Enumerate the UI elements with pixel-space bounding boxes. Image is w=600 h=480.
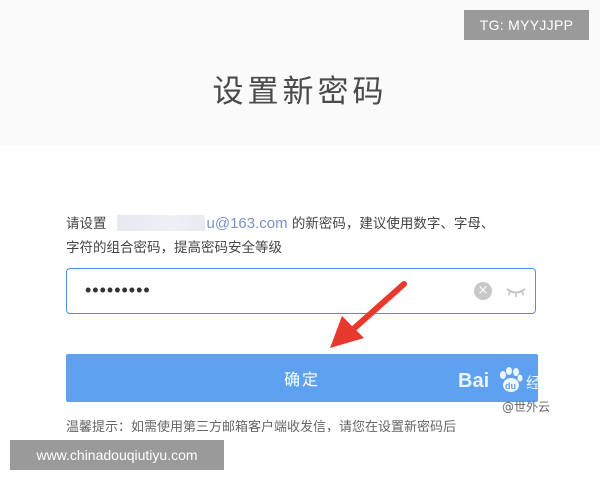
page-title: 设置新密码 <box>212 74 388 110</box>
password-value: ••••••••• <box>85 280 151 300</box>
instructions-text: 请设置 u@163.com 的新密码，建议使用数字、字母、 字符的组合密码，提高密… <box>66 212 546 260</box>
baidu-author-text: @世外云 <box>502 400 551 414</box>
baidu-jingyan-text: 经验 <box>526 374 557 392</box>
tg-watermark: TG: MYYJJPP <box>464 10 589 40</box>
instructions-prefix: 请设置 <box>66 216 107 232</box>
svg-text:du: du <box>505 381 516 391</box>
instructions-line2: 字符的组合密码，提高密码安全等级 <box>66 240 282 256</box>
clear-icon[interactable]: × <box>474 282 492 300</box>
site-watermark: www.chinadouqiutiyu.com <box>10 440 224 470</box>
baidu-paw-icon: du <box>500 367 523 392</box>
baidu-brand-text: Bai <box>458 370 490 392</box>
instructions-after-email: 的新密码，建议使用数字、字母、 <box>287 216 495 232</box>
baidu-jingyan-watermark: Bai du 经验 @世外云 <box>458 366 598 416</box>
tip-text: 温馨提示：如需使用第三方邮箱客户端收发信，请您在设置新密码后 <box>66 420 457 432</box>
email-suffix: u@163.com <box>206 215 288 232</box>
new-password-input[interactable]: ••••••••• × <box>66 268 536 314</box>
eye-closed-icon[interactable] <box>505 283 527 299</box>
email-redaction <box>116 215 205 231</box>
